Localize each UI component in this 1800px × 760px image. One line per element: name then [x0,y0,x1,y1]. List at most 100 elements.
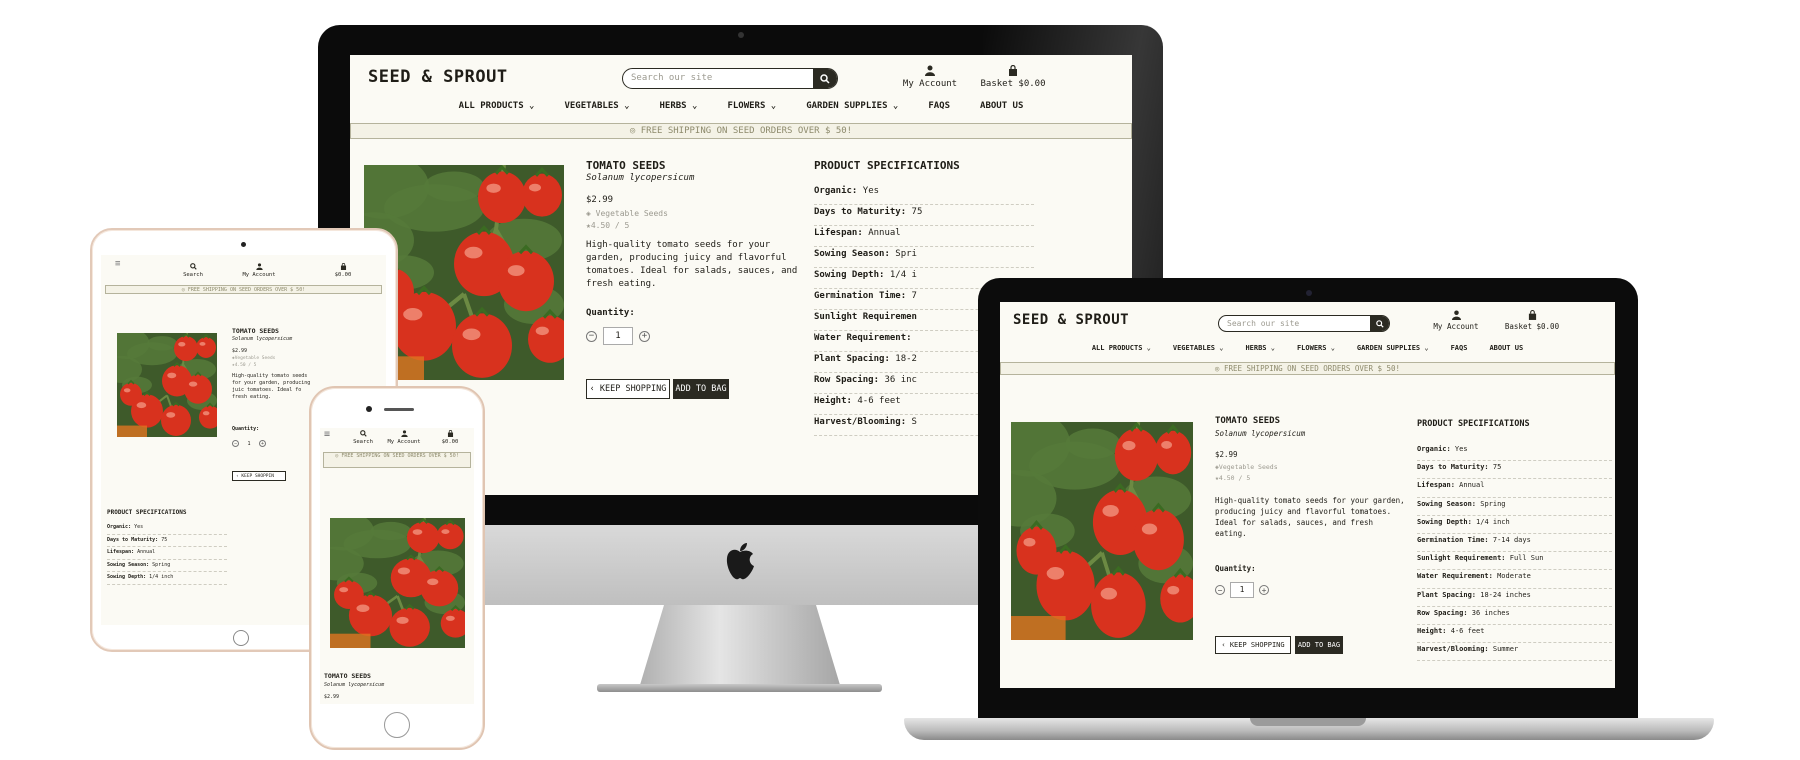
spec-value: 75 [906,207,923,217]
site-logo[interactable]: SEED & SPROUT [368,67,508,87]
minus-icon[interactable]: − [586,330,597,342]
spec-value: 18-2 [889,354,917,364]
minus-icon[interactable]: − [1215,585,1225,595]
plus-icon[interactable]: + [1259,585,1269,595]
spec-label: Harvest/Blooming: [814,417,907,427]
product-category[interactable]: ◈Vegetable Seeds [232,356,275,361]
product-description: High-quality tomato seeds for your garde… [1215,496,1405,538]
keep-shopping-label: KEEP SHOPPING [599,384,667,394]
spec-value: Annual [134,549,156,555]
product-image [1011,422,1193,640]
laptop-notch [1250,718,1366,726]
search-button[interactable] [1370,316,1389,331]
chevron-down-icon: ⌄ [1420,344,1429,352]
hamburger-icon[interactable]: ≡ [324,429,330,440]
quantity-stepper[interactable]: − 1 + [232,440,266,447]
product-title: TOMATO SEEDS [232,327,279,335]
shipping-banner: ◎ FREE SHIPPING ON SEED ORDERS OVER $ 50… [105,285,382,294]
nav-item-faqs[interactable]: FAQS [928,101,950,111]
keep-shopping-button[interactable]: ‹ KEEP SHOPPING [1215,636,1291,654]
category-label: Vegetable Seeds [595,209,668,218]
spec-row: Days to Maturity: 75 [107,536,227,547]
category-label: Vegetable Seeds [234,356,276,361]
spec-label: Sowing Depth: [1417,517,1472,526]
add-to-bag-button[interactable]: ADD TO BAG [1295,636,1343,654]
minus-icon[interactable]: − [232,440,239,447]
nav-item-vegetables[interactable]: VEGETABLES ⌄ [1173,344,1224,352]
nav-item-about-us[interactable]: ABOUT US [1489,344,1523,352]
spec-value: 4-6 feet [851,396,901,406]
spec-row: Germination Time: 7-14 days [1417,536,1612,553]
account-link[interactable]: My Account [229,263,289,278]
spec-row: Lifespan: Annual [107,549,227,560]
basket-label: $0.00 [441,439,459,445]
product-category[interactable]: ◈Vegetable Seeds [1215,463,1278,471]
search-icon [820,73,830,84]
quantity-stepper[interactable]: − 1 + [586,327,650,345]
basket-link[interactable]: $0.00 [432,429,468,445]
spec-row: Row Spacing: 36 inches [1417,609,1612,625]
phone-speaker [384,408,414,411]
nav-item-vegetables[interactable]: VEGETABLES ⌄ [564,101,629,111]
banner-text: FREE SHIPPING ON SEED ORDERS OVER $ 50! [341,453,459,459]
user-icon [255,263,263,270]
search-link[interactable]: Search [173,263,213,278]
nav-item-flowers[interactable]: FLOWERS ⌄ [1297,344,1335,352]
account-link[interactable]: My Account [898,65,962,89]
spec-value: 75 [158,536,168,543]
search-input[interactable]: Search our site [622,68,838,89]
bag-icon [447,429,453,437]
laptop-camera [1306,290,1312,296]
nav-item-herbs[interactable]: HERBS ⌄ [1245,344,1275,352]
chevron-down-icon: ⌄ [1266,344,1275,352]
product-category[interactable]: ◈ Vegetable Seeds [586,209,668,218]
quantity-field[interactable]: 1 [244,441,254,447]
quantity-field[interactable]: 1 [603,327,633,345]
basket-link[interactable]: Basket $0.00 [968,64,1058,89]
hamburger-icon[interactable]: ≡ [115,259,120,269]
phone-screen: ≡ Search My Account $0.00 ◎ FREE SHIPPIN… [320,428,474,704]
site-logo[interactable]: SEED & SPROUT [1013,312,1129,328]
spec-row: Sowing Depth: 1/4 inch [107,574,227,585]
nav-item-all-products[interactable]: ALL PRODUCTS ⌄ [459,101,535,111]
search-button[interactable] [813,69,837,88]
nav-item-faqs[interactable]: FAQS [1451,344,1468,352]
search-input[interactable]: Search our site [1218,315,1390,332]
basket-link[interactable]: Basket $0.00 [1484,309,1580,331]
nav-item-garden-supplies[interactable]: GARDEN SUPPLIES ⌄ [806,101,898,111]
rating-label: 4.50 / 5 [590,221,630,230]
product-rating: ★4.50 / 5 [232,363,256,368]
spec-value: Yes [857,186,880,196]
tag-icon: ◈ [586,209,591,218]
spec-label: Germination Time: [1417,536,1489,544]
account-link[interactable]: My Account [1430,310,1482,331]
spec-value: Summer [1488,645,1519,654]
category-label: Vegetable Seeds [1218,463,1278,471]
nav-item-herbs[interactable]: HERBS ⌄ [660,101,698,111]
quantity-stepper[interactable]: − 1 + [1215,582,1269,598]
nav-item-about-us[interactable]: ABOUT US [980,101,1023,111]
search-link[interactable]: Search [348,430,378,445]
nav-item-all-products[interactable]: ALL PRODUCTS ⌄ [1092,344,1151,352]
nav-item-flowers[interactable]: FLOWERS ⌄ [727,101,776,111]
product-title: TOMATO SEEDS [1215,416,1281,426]
spec-row: Lifespan: Annual [814,228,1034,247]
basket-link[interactable]: $0.00 [323,262,363,278]
spec-label: Water Requirement: [814,333,912,343]
quantity-label: Quantity: [586,308,635,318]
keep-shopping-button[interactable]: ‹ KEEP SHOPPING [586,379,670,399]
spec-row: Organic: Yes [814,186,1034,205]
nav-item-garden-supplies[interactable]: GARDEN SUPPLIES ⌄ [1357,344,1429,352]
tablet-camera [241,242,246,247]
spec-label: Organic: [814,186,858,196]
spec-label: Days to Maturity: [107,536,159,543]
plus-icon[interactable]: + [639,330,650,342]
keep-shopping-button[interactable]: ‹ KEEP SHOPPIN [232,471,286,481]
add-to-bag-button[interactable]: ADD TO BAG [673,379,729,399]
account-link[interactable]: My Account [382,430,426,445]
quantity-field[interactable]: 1 [1230,582,1254,598]
user-icon [1451,310,1461,320]
spec-label: Sunlight Requiremen [814,312,917,322]
plus-icon[interactable]: + [259,440,266,447]
tablet-home-button [233,630,249,646]
